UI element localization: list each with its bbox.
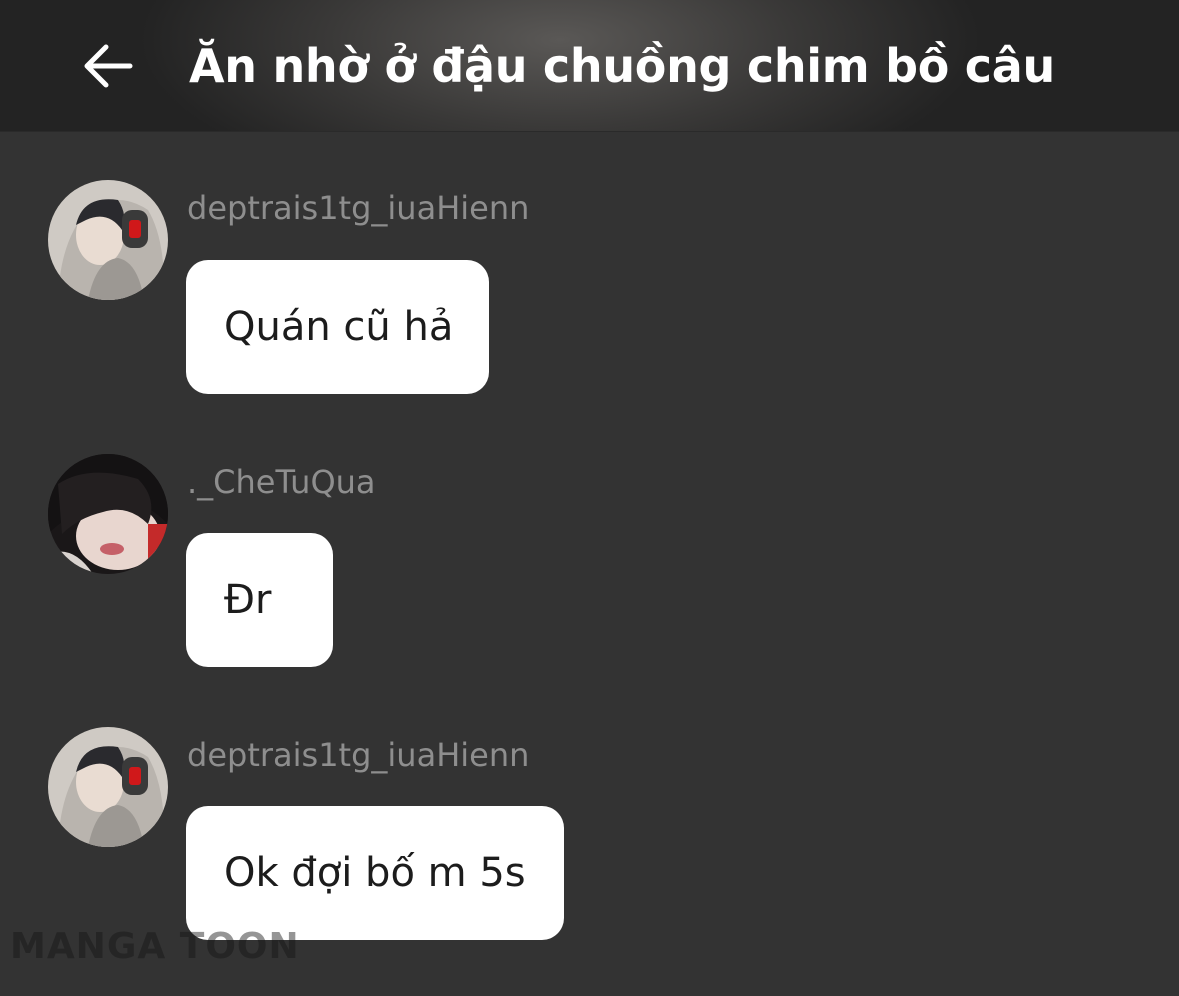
username[interactable]: deptrais1tg_iuaHienn [187, 188, 529, 228]
chat-screen: Ăn nhờ ở đậu chuồng chim bồ câu deptrais… [0, 0, 1179, 996]
back-button[interactable] [72, 30, 144, 102]
avatar[interactable] [48, 727, 168, 847]
header-bar: Ăn nhờ ở đậu chuồng chim bồ câu [0, 0, 1179, 132]
message-bubble[interactable]: Đr [186, 533, 333, 667]
message-bubble[interactable]: Quán cũ hả [186, 260, 489, 394]
username[interactable]: deptrais1tg_iuaHienn [187, 735, 529, 775]
username[interactable]: ._CheTuQua [187, 462, 376, 502]
avatar[interactable] [48, 454, 168, 574]
chat-title: Ăn nhờ ở đậu chuồng chim bồ câu [189, 39, 1055, 93]
arrow-left-icon [84, 44, 133, 88]
message-bubble[interactable]: Ok đợi bố m 5s [186, 806, 564, 940]
watermark-logo: MANGA TOON [10, 926, 300, 967]
avatar[interactable] [48, 180, 168, 300]
